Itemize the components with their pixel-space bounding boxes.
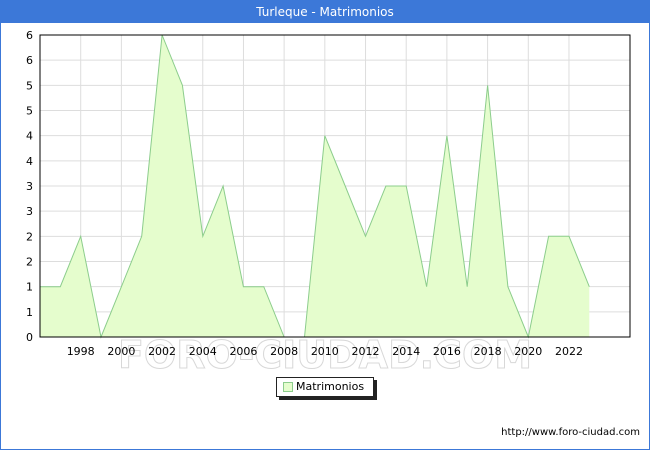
x-tick-label: 2018 xyxy=(474,345,502,358)
y-tick-label: 4 xyxy=(26,155,33,168)
data-point xyxy=(79,235,82,238)
x-tick-label: 1998 xyxy=(67,345,95,358)
y-tick-label: 2 xyxy=(26,256,33,269)
x-tick-label: 2012 xyxy=(352,345,380,358)
x-tick-label: 2016 xyxy=(433,345,461,358)
data-point xyxy=(201,235,204,238)
y-tick-label: 0 xyxy=(26,331,33,344)
data-point xyxy=(506,285,509,288)
data-point xyxy=(364,235,367,238)
data-point xyxy=(588,285,591,288)
data-point xyxy=(323,134,326,137)
legend-swatch xyxy=(283,382,293,392)
data-point xyxy=(242,285,245,288)
data-point xyxy=(120,285,123,288)
y-tick-label: 3 xyxy=(26,180,33,193)
data-point xyxy=(140,235,143,238)
data-point xyxy=(262,285,265,288)
y-tick-label: 3 xyxy=(26,205,33,218)
data-point xyxy=(425,285,428,288)
x-tick-label: 2006 xyxy=(229,345,257,358)
x-tick-label: 2010 xyxy=(311,345,339,358)
y-tick-label: 1 xyxy=(26,306,33,319)
x-tick-label: 2000 xyxy=(107,345,135,358)
y-tick-label: 2 xyxy=(26,230,33,243)
legend-label: Matrimonios xyxy=(296,380,365,393)
y-tick-label: 6 xyxy=(26,54,33,67)
y-tick-label: 5 xyxy=(26,105,33,118)
data-point xyxy=(384,185,387,188)
data-point xyxy=(445,134,448,137)
data-point xyxy=(344,185,347,188)
y-tick-label: 1 xyxy=(26,281,33,294)
y-tick-label: 6 xyxy=(26,29,33,42)
data-point xyxy=(486,84,489,87)
x-tick-label: 2014 xyxy=(392,345,420,358)
x-tick-label: 2022 xyxy=(555,345,583,358)
x-tick-label: 2004 xyxy=(189,345,217,358)
x-tick-label: 2020 xyxy=(514,345,542,358)
y-tick-label: 4 xyxy=(26,130,33,143)
data-point xyxy=(405,185,408,188)
x-tick-label: 2008 xyxy=(270,345,298,358)
data-point xyxy=(222,185,225,188)
legend: Matrimonios xyxy=(276,377,374,397)
data-point xyxy=(181,84,184,87)
source-url: http://www.foro-ciudad.com xyxy=(501,427,640,438)
x-tick-label: 2002 xyxy=(148,345,176,358)
data-point xyxy=(466,285,469,288)
data-point xyxy=(547,235,550,238)
y-tick-label: 5 xyxy=(26,79,33,92)
data-point xyxy=(567,235,570,238)
data-point xyxy=(59,285,62,288)
